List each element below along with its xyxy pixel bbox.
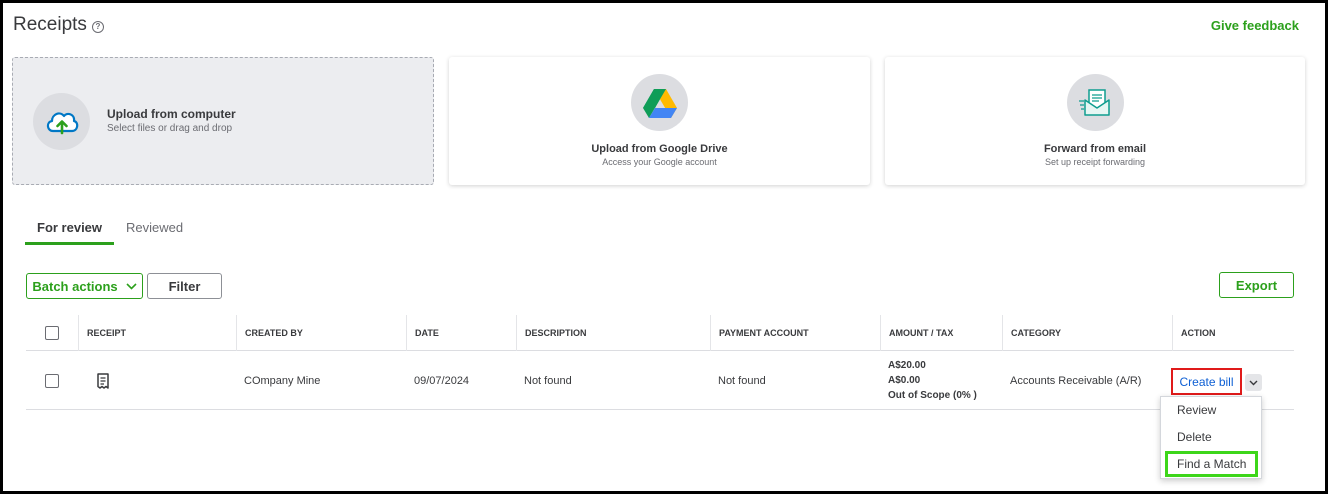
category-cell: Accounts Receivable (A/R)	[1010, 374, 1142, 387]
upload-gdrive-subtitle: Access your Google account	[602, 157, 717, 167]
chevron-down-icon	[126, 282, 137, 290]
col-receipt[interactable]: RECEIPT	[78, 315, 236, 351]
upload-from-computer-card[interactable]: Upload from computer Select files or dra…	[12, 57, 434, 185]
description-cell: Not found	[524, 374, 572, 387]
upload-from-google-drive-card[interactable]: Upload from Google Drive Access your Goo…	[449, 57, 870, 185]
tab-reviewed[interactable]: Reviewed	[114, 218, 195, 245]
select-all-checkbox[interactable]	[45, 326, 59, 340]
review-tabs: For review Reviewed	[25, 218, 195, 245]
google-drive-icon	[631, 74, 688, 131]
col-date[interactable]: DATE	[406, 315, 516, 351]
batch-actions-button[interactable]: Batch actions	[26, 273, 143, 299]
forward-from-email-card[interactable]: Forward from email Set up receipt forwar…	[885, 57, 1305, 185]
upload-computer-title: Upload from computer	[107, 107, 236, 121]
forward-email-subtitle: Set up receipt forwarding	[1044, 157, 1146, 167]
email-forward-icon	[1066, 74, 1124, 131]
table-row[interactable]: COmpany Mine 09/07/2024 Not found Not fo…	[26, 351, 1294, 410]
col-payment-account[interactable]: PAYMENT ACCOUNT	[710, 315, 880, 351]
batch-actions-label: Batch actions	[32, 278, 118, 294]
menu-item-delete[interactable]: Delete	[1177, 430, 1212, 444]
receipt-icon[interactable]	[96, 372, 110, 389]
action-dropdown-toggle[interactable]	[1245, 374, 1262, 391]
table-header: RECEIPT CREATED BY DATE DESCRIPTION PAYM…	[26, 315, 1294, 351]
menu-item-find-a-match[interactable]: Find a Match	[1165, 451, 1258, 477]
row-select-cell	[26, 351, 78, 410]
upload-gdrive-title: Upload from Google Drive	[591, 143, 728, 155]
export-button[interactable]: Export	[1219, 272, 1294, 298]
tax-value: A$0.00	[888, 375, 921, 386]
row-checkbox[interactable]	[45, 373, 59, 388]
date-cell: 09/07/2024	[414, 374, 470, 387]
amount-value: A$20.00	[888, 360, 926, 371]
menu-item-review[interactable]: Review	[1177, 403, 1216, 417]
receipt-cell	[88, 351, 128, 410]
select-all-cell	[26, 315, 78, 351]
chevron-down-icon	[1249, 380, 1258, 385]
page-title: Receipts ?	[13, 14, 104, 36]
col-amount-tax[interactable]: AMOUNT / TAX	[880, 315, 1002, 351]
upload-computer-subtitle: Select files or drag and drop	[107, 123, 233, 134]
col-created-by[interactable]: CREATED BY	[236, 315, 406, 351]
col-action: ACTION	[1172, 315, 1294, 351]
tab-for-review[interactable]: For review	[25, 218, 115, 245]
forward-email-title: Forward from email	[1043, 143, 1147, 155]
col-description[interactable]: DESCRIPTION	[516, 315, 710, 351]
page-title-text: Receipts	[13, 14, 87, 35]
question-circle-icon[interactable]: ?	[91, 20, 104, 33]
give-feedback-link[interactable]: Give feedback	[1211, 18, 1299, 33]
tax-scope: Out of Scope (0% )	[888, 390, 977, 401]
create-bill-button[interactable]: Create bill	[1171, 368, 1242, 395]
created-by-cell: COmpany Mine	[244, 374, 321, 387]
cloud-upload-icon	[33, 93, 90, 150]
action-dropdown-menu: Review Delete Find a Match	[1160, 396, 1262, 479]
col-category[interactable]: CATEGORY	[1002, 315, 1172, 351]
amount-tax-cell: A$20.00 A$0.00 Out of Scope (0% )	[880, 351, 1002, 410]
filter-button[interactable]: Filter	[147, 273, 222, 299]
payment-account-cell: Not found	[718, 374, 766, 387]
